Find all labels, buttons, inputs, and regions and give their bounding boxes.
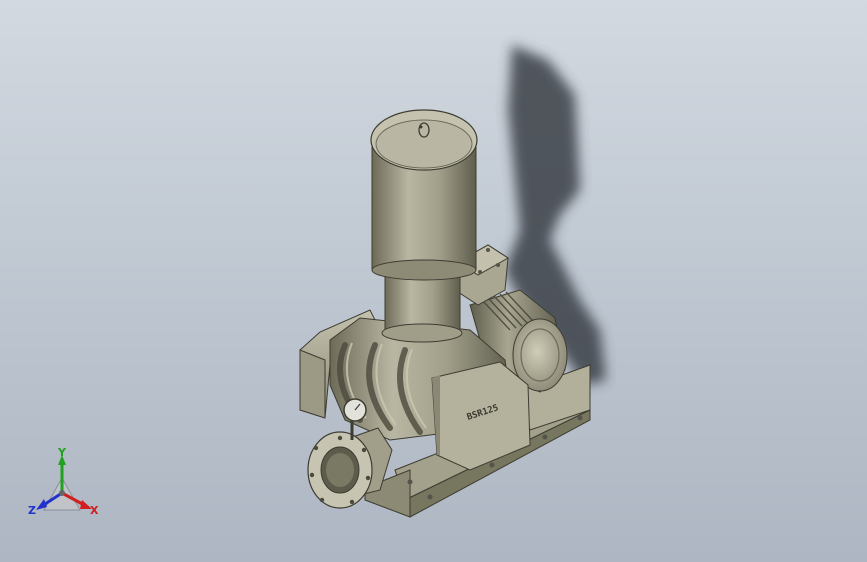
triad-x-label: X	[90, 504, 99, 517]
intake-silencer[interactable]	[370, 109, 478, 343]
model-scene[interactable]: BSR125	[0, 0, 867, 562]
cad-viewport[interactable]: BSR125 Y X Z	[0, 0, 867, 562]
coordinate-triad-icon[interactable]	[36, 455, 92, 511]
triad-z-label: Z	[28, 504, 36, 517]
triad-y-label: Y	[58, 446, 66, 459]
